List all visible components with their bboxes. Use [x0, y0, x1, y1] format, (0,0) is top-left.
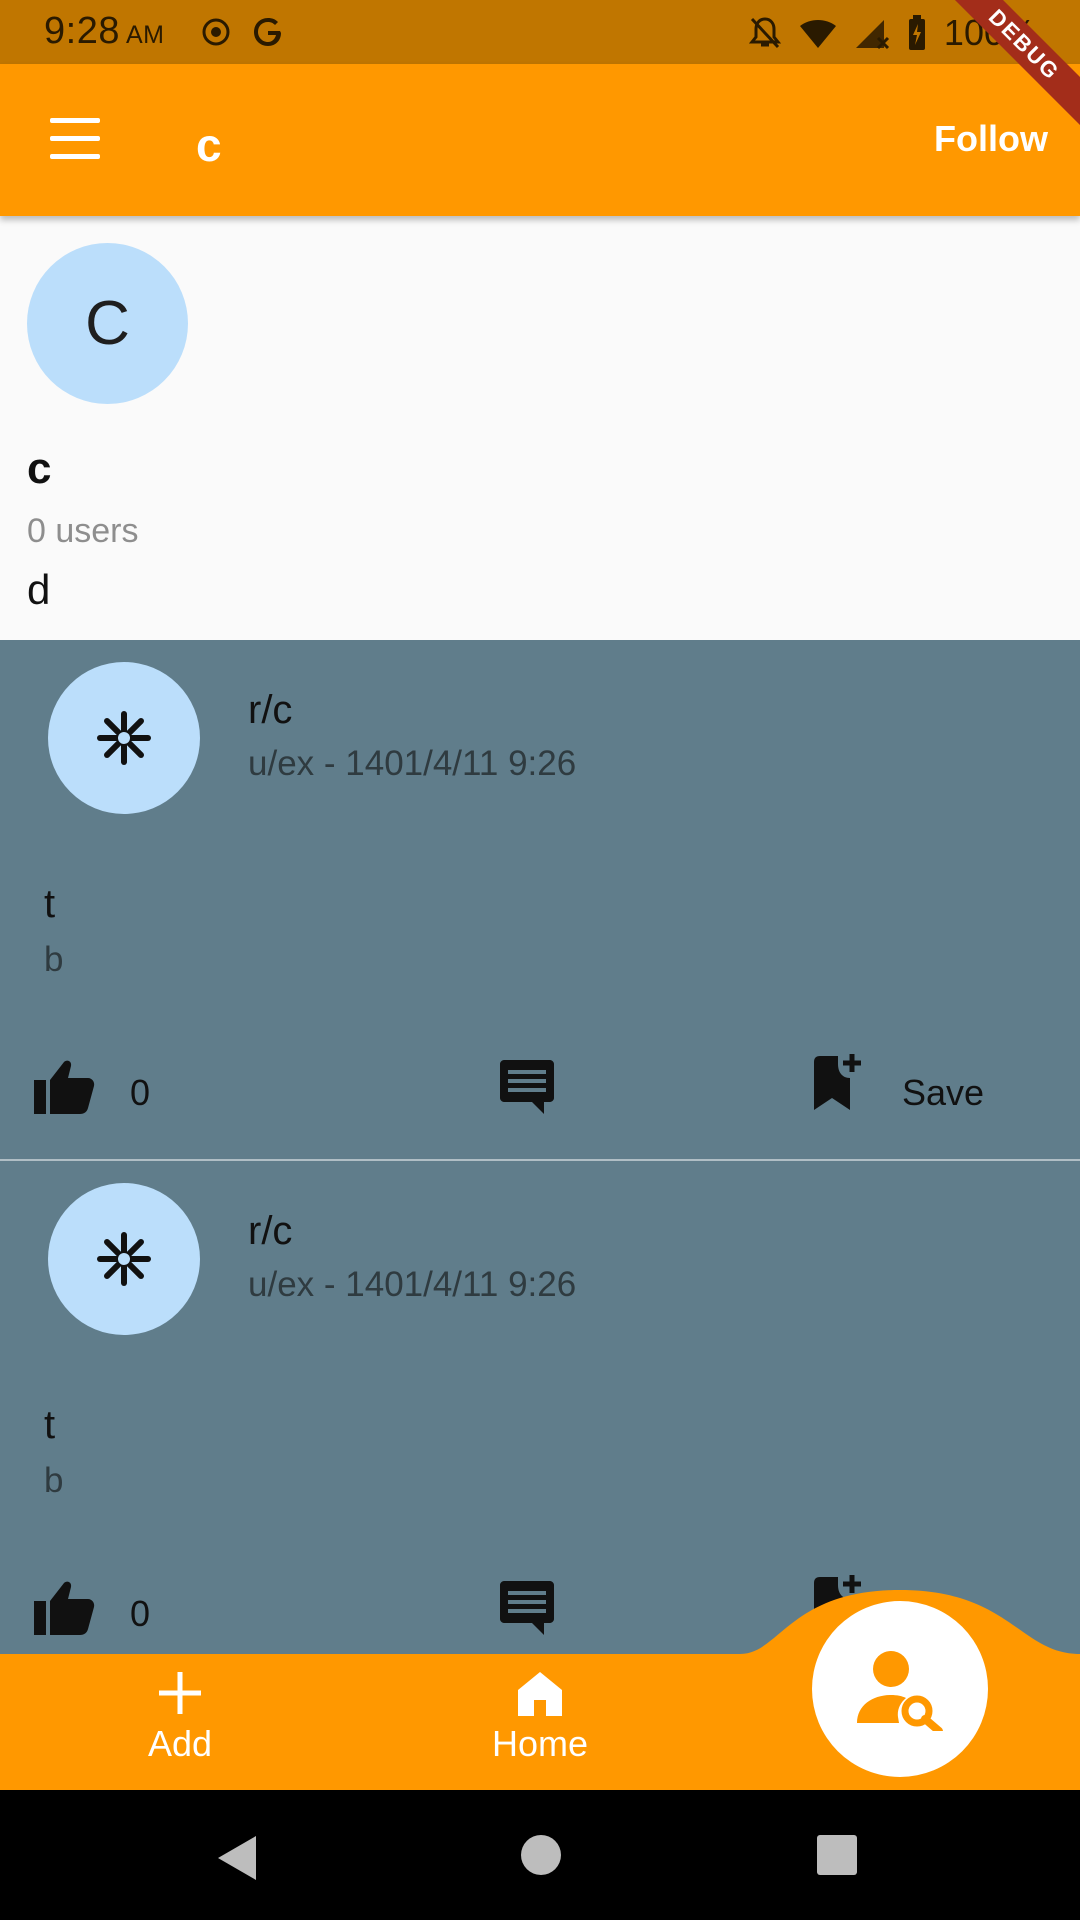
person-search-icon — [857, 1651, 943, 1731]
nav-home-button[interactable]: Home — [450, 1670, 630, 1765]
nav-add-label: Add — [147, 1723, 213, 1764]
community-header: C c 0 users d — [0, 216, 1080, 640]
thumb-up-icon[interactable] — [32, 1579, 96, 1637]
menu-icon — [50, 118, 100, 123]
status-bar: 9:28AM 100% — [0, 0, 1080, 64]
post-subreddit[interactable]: r/c — [248, 1209, 292, 1254]
like-count: 0 — [130, 1593, 151, 1634]
search-users-fab[interactable] — [812, 1601, 988, 1777]
bell-off-icon — [748, 17, 782, 49]
home-circle-icon[interactable] — [520, 1834, 562, 1876]
post-title: t — [44, 882, 56, 926]
nav-home-label: Home — [491, 1723, 589, 1764]
post-meta: u/ex - 1401/4/11 9:26 — [248, 744, 577, 783]
home-icon — [518, 1672, 562, 1716]
comment-icon[interactable] — [498, 1060, 556, 1114]
like-count: 0 — [130, 1072, 151, 1113]
post-title: t — [44, 1403, 56, 1447]
page-title: c — [196, 119, 222, 171]
post-meta: u/ex - 1401/4/11 9:26 — [248, 1265, 577, 1304]
status-time: 9:28 AM — [44, 10, 164, 53]
post-subreddit[interactable]: r/c — [248, 688, 292, 733]
post-card[interactable]: r/c u/ex - 1401/4/11 9:26 t b 0 Save — [0, 640, 1080, 1161]
snowflake-icon — [97, 711, 151, 765]
thumb-up-icon[interactable] — [32, 1058, 96, 1116]
community-avatar: C — [27, 243, 188, 404]
post-body: b — [44, 1461, 64, 1500]
follow-button[interactable]: Follow — [934, 118, 1048, 160]
signal-icon — [855, 20, 889, 50]
system-nav-bar — [0, 1790, 1080, 1920]
back-icon[interactable] — [216, 1834, 260, 1882]
battery-icon — [908, 15, 925, 50]
post-list[interactable]: r/c u/ex - 1401/4/11 9:26 t b 0 Save r/c… — [0, 640, 1080, 1654]
status-left-icons — [200, 14, 286, 50]
wifi-icon — [799, 20, 836, 48]
post-avatar — [48, 1183, 200, 1335]
app-bar: c Follow — [0, 64, 1080, 216]
snowflake-icon — [97, 1232, 151, 1286]
community-user-count: 0 users — [27, 512, 139, 550]
nav-add-button[interactable]: Add — [90, 1670, 270, 1765]
menu-button[interactable] — [46, 116, 104, 162]
bookmark-add-icon[interactable] — [812, 1054, 862, 1112]
save-button[interactable]: Save — [902, 1072, 984, 1114]
status-time-value: 9:28 — [44, 10, 120, 52]
radio-icon — [202, 18, 230, 46]
plus-icon — [159, 1672, 201, 1714]
google-icon — [254, 18, 281, 46]
comment-icon[interactable] — [498, 1581, 556, 1635]
post-card[interactable]: r/c u/ex - 1401/4/11 9:26 t b 0 Save — [0, 1161, 1080, 1654]
status-time-ampm: AM — [125, 21, 165, 49]
recents-icon[interactable] — [816, 1834, 858, 1876]
community-description: d — [27, 566, 51, 613]
community-name: c — [27, 444, 52, 493]
post-body: b — [44, 940, 64, 979]
post-avatar — [48, 662, 200, 814]
